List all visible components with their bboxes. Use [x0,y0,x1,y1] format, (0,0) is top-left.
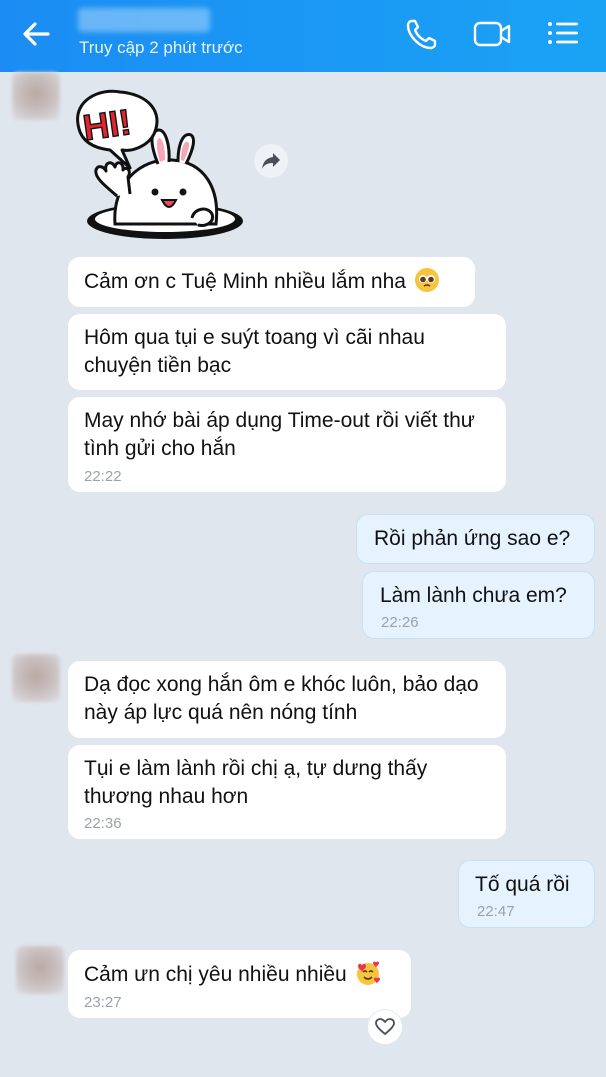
message-timestamp: 23:27 [84,994,122,1011]
incoming-message[interactable]: Tụi e làm lành rồi chị ạ, tự dưng thấy t… [68,745,506,839]
avatar[interactable] [16,946,64,994]
list-menu-icon[interactable] [544,14,584,54]
chat-header: Truy cập 2 phút trước [0,0,606,72]
incoming-message[interactable]: Hôm qua tụi e suýt toang vì cãi nhau chu… [68,314,506,390]
message-text: Cảm ơn c Tuệ Minh nhiều lắm nha [84,270,406,293]
outgoing-message[interactable]: Rồi phản ứng sao e? [356,514,595,564]
heart-outline-icon [375,1018,395,1035]
share-button[interactable] [254,144,288,178]
bunny-hi-sticker[interactable]: HI! [70,84,250,244]
incoming-message[interactable]: Cảm ưn chị yêu nhiều nhiều 23:27 [68,950,411,1018]
pleading-face-emoji-icon [414,268,439,292]
react-heart-button[interactable] [368,1010,402,1044]
message-timestamp: 22:47 [477,903,515,920]
message-text: Tố quá rồi [475,873,570,896]
incoming-message[interactable]: May nhớ bài áp dụng Time-out rồi viết th… [68,397,506,492]
message-text: Rồi phản ứng sao e? [374,527,571,550]
avatar[interactable] [12,654,60,702]
message-text: Làm lành chưa em? [380,584,567,607]
outgoing-message[interactable]: Tố quá rồi 22:47 [458,860,595,928]
incoming-message[interactable]: Cảm ơn c Tuệ Minh nhiều lắm nha [68,257,475,307]
outgoing-message[interactable]: Làm lành chưa em? 22:26 [362,571,595,639]
phone-icon[interactable] [402,14,442,54]
video-camera-icon[interactable] [472,14,512,54]
sticker-text: HI! [80,101,133,148]
last-seen-status: Truy cập 2 phút trước [79,38,243,57]
incoming-message[interactable]: Dạ đọc xong hắn ôm e khóc luôn, bảo dạo … [68,661,506,738]
message-text: Dạ đọc xong hắn ôm e khóc luôn, bảo dạo … [84,673,479,724]
message-timestamp: 22:26 [381,614,419,631]
message-timestamp: 22:36 [84,815,122,832]
avatar[interactable] [12,72,60,120]
smiling-face-with-hearts-emoji-icon [356,961,380,985]
message-timestamp: 22:22 [84,468,122,485]
message-text: Tụi e làm lành rồi chị ạ, tự dưng thấy t… [84,757,428,808]
message-text: May nhớ bài áp dụng Time-out rồi viết th… [84,409,475,460]
message-text: Hôm qua tụi e suýt toang vì cãi nhau chu… [84,326,425,377]
share-arrow-icon [262,153,280,169]
contact-name-blurred[interactable] [78,8,210,32]
arrow-left-icon[interactable] [18,16,54,52]
message-text: Cảm ưn chị yêu nhiều nhiều [84,963,347,986]
